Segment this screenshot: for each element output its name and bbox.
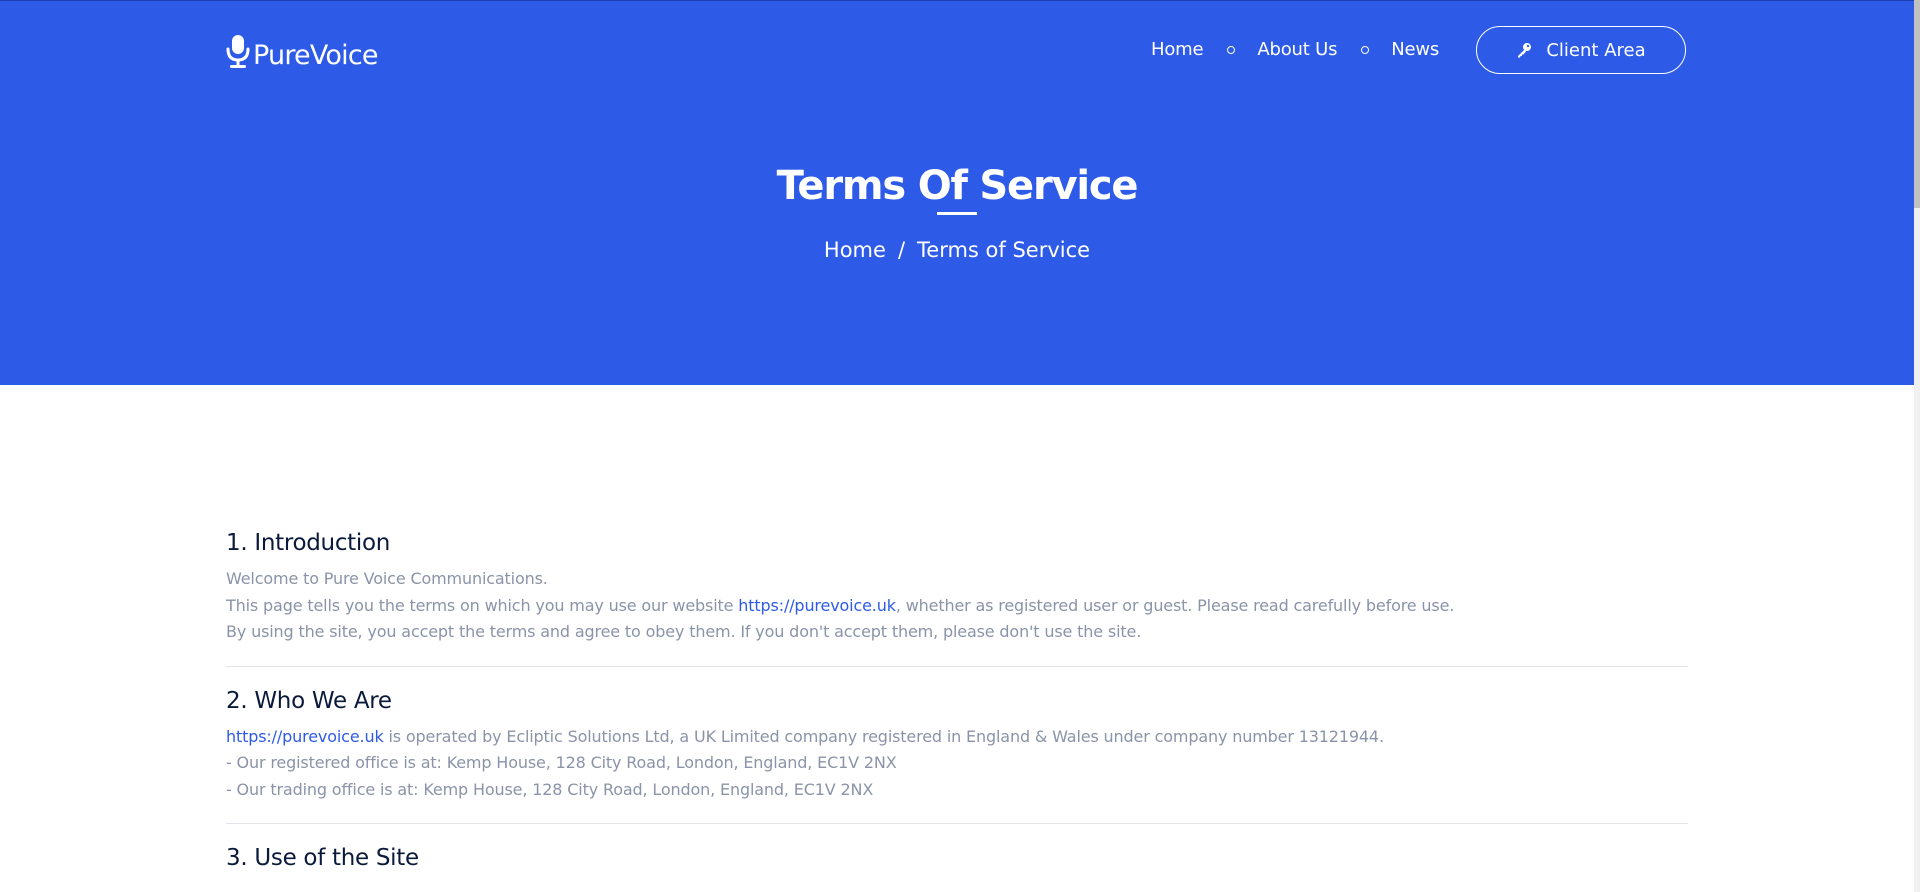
section-who-we-are: 2. Who We Are https://purevoice.uk is op… xyxy=(226,686,1688,824)
text-segment: is operated by Ecliptic Solutions Ltd, a… xyxy=(383,726,1384,746)
breadcrumb-current: Terms of Service xyxy=(917,238,1091,262)
paragraph-line: Welcome to Pure Voice Communications. Th… xyxy=(226,566,1688,646)
section-introduction: 1. Introduction Welcome to Pure Voice Co… xyxy=(226,528,1688,667)
text-segment: Welcome to Pure Voice Communications. xyxy=(226,569,548,588)
key-icon xyxy=(1518,43,1532,58)
breadcrumb-separator: / xyxy=(897,238,906,262)
section-heading: 2. Who We Are xyxy=(226,687,392,714)
microphone-icon xyxy=(226,35,250,68)
section-heading: 3. Use of the Site xyxy=(226,845,419,871)
nav-item-news[interactable]: News xyxy=(1391,38,1439,62)
scrollbar-thumb[interactable] xyxy=(1914,0,1920,208)
nav-separator-dot xyxy=(1361,46,1370,54)
text-segment: - Our trading office is at: Kemp House, … xyxy=(226,779,874,799)
scrollbar[interactable] xyxy=(1914,0,1920,892)
title-underline xyxy=(937,212,977,215)
breadcrumb-home[interactable]: Home xyxy=(824,236,886,264)
nav-separator-dot xyxy=(1227,46,1236,54)
logo[interactable]: PureVoice xyxy=(225,34,379,71)
nav-item-home[interactable]: Home xyxy=(1151,38,1204,62)
text-segment: - Our registered office is at: Kemp Hous… xyxy=(226,753,897,772)
page: PureVoice Home About Us News Client Area… xyxy=(0,0,1920,892)
client-area-label: Client Area xyxy=(1546,39,1646,61)
nav-item-about-us[interactable]: About Us xyxy=(1257,38,1337,62)
hero-banner: PureVoice Home About Us News Client Area… xyxy=(0,0,1914,385)
text-segment: , whether as registered user or guest. P… xyxy=(895,595,1455,615)
client-area-button[interactable]: Client Area xyxy=(1476,26,1686,74)
section-use-of-site: 3. Use of the Site xyxy=(226,843,1688,892)
text-segment: This page tells you the terms on which y… xyxy=(226,595,739,615)
main-nav: Home About Us News xyxy=(1151,38,1439,62)
brand-name: PureVoice xyxy=(253,39,379,71)
section-heading: 1. Introduction xyxy=(226,530,391,556)
page-title: Terms Of Service xyxy=(776,163,1139,209)
paragraph-line: https://purevoice.uk is operated by Ecli… xyxy=(226,724,1688,804)
website-link[interactable]: https://purevoice.uk xyxy=(226,727,384,746)
terms-content: 1. Introduction Welcome to Pure Voice Co… xyxy=(226,528,1688,892)
breadcrumb: Home / Terms of Service xyxy=(0,236,1914,264)
website-link[interactable]: https://purevoice.uk xyxy=(738,596,896,615)
text-segment: By using the site, you accept the terms … xyxy=(226,622,1142,641)
